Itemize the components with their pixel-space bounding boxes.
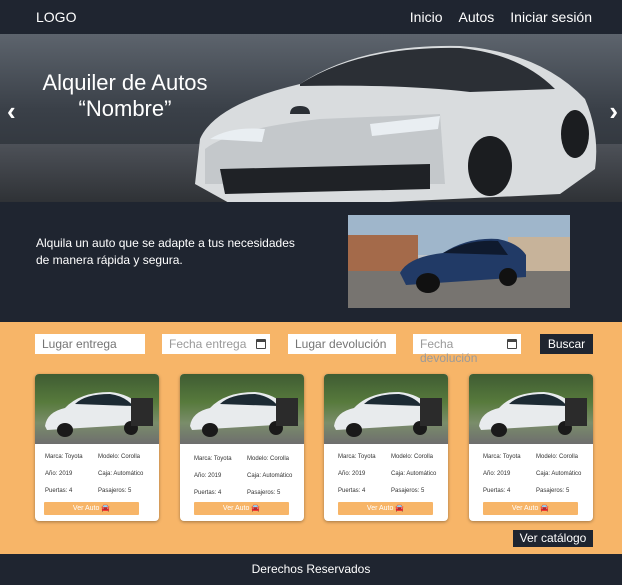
- view-car-label: Ver Auto: [366, 505, 394, 512]
- view-car-label: Ver Auto: [222, 505, 250, 512]
- car-photo: [180, 374, 304, 444]
- car-image: [479, 392, 587, 437]
- car-icon: 🚘: [251, 505, 261, 512]
- view-car-label: Ver Auto: [511, 505, 539, 512]
- spec-anio: Año: 2019: [483, 471, 511, 477]
- logo: LOGO: [36, 9, 77, 25]
- search-section: Fecha entrega Fecha devolución Buscar Ma…: [0, 322, 622, 554]
- view-car-button[interactable]: Ver Auto 🚘: [338, 502, 433, 515]
- pickup-location-input[interactable]: [35, 334, 145, 354]
- intro-car-photo: [348, 215, 570, 308]
- return-location-input[interactable]: [288, 334, 396, 354]
- spec-puertas: Puertas: 4: [194, 490, 222, 496]
- spec-caja: Caja: Automático: [536, 471, 582, 477]
- nav-link-autos[interactable]: Autos: [458, 9, 494, 25]
- spec-modelo: Modelo: Corolla: [98, 454, 141, 460]
- navbar: LOGO Inicio Autos Iniciar sesión: [0, 0, 622, 34]
- pickup-date-input[interactable]: Fecha entrega: [162, 334, 270, 354]
- view-car-button[interactable]: Ver Auto 🚘: [194, 502, 289, 515]
- return-date-input[interactable]: Fecha devolución: [413, 334, 521, 365]
- spec-caja: Caja: Automático: [247, 473, 293, 479]
- hero-title-line2: “Nombre”: [78, 96, 172, 121]
- spec-marca: Marca: Toyota: [483, 454, 521, 460]
- spec-modelo: Modelo: Corolla: [536, 454, 579, 460]
- car-card: Marca: Toyota Modelo: Corolla Año: 2019 …: [324, 374, 448, 521]
- view-catalog-button[interactable]: Ver catálogo: [513, 530, 593, 547]
- intro-section: Alquila un auto que se adapte a tus nece…: [0, 202, 622, 322]
- spec-anio: Año: 2019: [45, 471, 73, 477]
- nav-link-iniciar-sesion[interactable]: Iniciar sesión: [510, 9, 592, 25]
- hero-title-line1: Alquiler de Autos: [42, 70, 208, 95]
- car-icon: 🚘: [101, 505, 111, 512]
- hero-title: Alquiler de Autos “Nombre”: [30, 70, 220, 122]
- spec-caja: Caja: Automático: [391, 471, 437, 477]
- spec-anio: Año: 2019: [194, 473, 222, 479]
- search-button[interactable]: Buscar: [540, 334, 593, 354]
- spec-modelo: Modelo: Corolla: [247, 456, 290, 462]
- spec-marca: Marca: Toyota: [194, 456, 232, 462]
- chevron-right-icon[interactable]: ›: [609, 96, 618, 127]
- car-image: [190, 392, 298, 437]
- return-date-placeholder: Fecha devolución: [420, 337, 478, 365]
- nav-links: Inicio Autos Iniciar sesión: [410, 9, 592, 25]
- intro-car-image: [348, 215, 570, 308]
- spec-puertas: Puertas: 4: [338, 488, 366, 494]
- spec-pasajeros: Pasajeros: 5: [98, 488, 132, 494]
- spec-pasajeros: Pasajeros: 5: [391, 488, 425, 494]
- car-photo: [469, 374, 593, 444]
- spec-modelo: Modelo: Corolla: [391, 454, 434, 460]
- calendar-icon[interactable]: [256, 339, 266, 349]
- calendar-icon[interactable]: [507, 339, 517, 349]
- footer: Derechos Reservados: [0, 554, 622, 585]
- car-card: Marca: Toyota Modelo: Corolla Año: 2019 …: [35, 374, 159, 521]
- car-photo: [324, 374, 448, 444]
- spec-puertas: Puertas: 4: [45, 488, 73, 494]
- intro-text: Alquila un auto que se adapte a tus nece…: [36, 236, 295, 267]
- view-car-label: Ver Auto: [72, 505, 100, 512]
- car-card: Marca: Toyota Modelo: Corolla Año: 2019 …: [180, 374, 304, 521]
- chevron-left-icon[interactable]: ‹: [7, 96, 16, 127]
- pickup-date-placeholder: Fecha entrega: [169, 337, 247, 351]
- view-car-button[interactable]: Ver Auto 🚘: [483, 502, 578, 515]
- car-photo: [35, 374, 159, 444]
- spec-caja: Caja: Automático: [98, 471, 144, 477]
- nav-link-inicio[interactable]: Inicio: [410, 9, 443, 25]
- spec-marca: Marca: Toyota: [338, 454, 376, 460]
- spec-anio: Año: 2019: [338, 471, 366, 477]
- spec-pasajeros: Pasajeros: 5: [247, 490, 281, 496]
- car-image: [45, 392, 153, 437]
- spec-pasajeros: Pasajeros: 5: [536, 488, 570, 494]
- car-card: Marca: Toyota Modelo: Corolla Año: 2019 …: [469, 374, 593, 521]
- spec-marca: Marca: Toyota: [45, 454, 83, 460]
- car-icon: 🚘: [540, 505, 550, 512]
- car-icon: 🚘: [395, 505, 405, 512]
- spec-puertas: Puertas: 4: [483, 488, 511, 494]
- view-car-button[interactable]: Ver Auto 🚘: [44, 502, 139, 515]
- car-image: [334, 392, 442, 437]
- footer-text: Derechos Reservados: [251, 562, 371, 576]
- hero-banner: Alquiler de Autos “Nombre” ‹ ›: [0, 34, 622, 202]
